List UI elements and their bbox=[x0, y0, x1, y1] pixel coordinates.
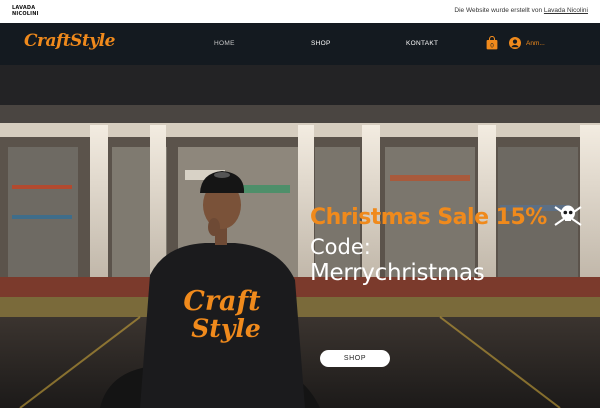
login-button[interactable]: Anm... bbox=[509, 37, 545, 49]
skull-crossed-tools-icon bbox=[554, 205, 582, 226]
sale-headline: Christmas Sale 15% bbox=[310, 205, 547, 230]
nav-contact[interactable]: KONTAKT bbox=[406, 40, 438, 47]
shopping-bag-icon: 0 bbox=[486, 35, 498, 50]
nav-shop[interactable]: SHOP bbox=[311, 40, 331, 47]
site-owner-brand: LAVADA NICOLINI bbox=[12, 5, 39, 17]
login-label: Anm... bbox=[526, 39, 545, 47]
site-logo[interactable]: CraftStyle bbox=[24, 31, 115, 51]
cart-button[interactable]: 0 bbox=[486, 35, 498, 50]
top-info-bar: LAVADA NICOLINI Die Website wurde erstel… bbox=[0, 0, 600, 23]
hoodie-print-line-1: Craft bbox=[183, 286, 261, 317]
brand-line-2: NICOLINI bbox=[12, 10, 39, 17]
credit-text: Die Website wurde erstellt von Lavada Ni… bbox=[454, 7, 588, 14]
user-avatar-icon bbox=[509, 37, 521, 49]
hoodie-print-line-2: Style bbox=[191, 314, 261, 343]
site-header: CraftStyle HOME SHOP KONTAKT 0 Anm... bbox=[0, 23, 600, 65]
credit-link[interactable]: Lavada Nicolini bbox=[544, 7, 588, 14]
promo-code-value: Merrychristmas bbox=[310, 260, 485, 286]
shop-now-button[interactable]: SHOP bbox=[320, 350, 390, 367]
hero-banner: Craft Style Christmas Sale 15% Code: Mer… bbox=[0, 65, 600, 408]
hero-background-image: Craft Style bbox=[0, 65, 600, 408]
promo-code-label: Code: bbox=[310, 235, 371, 259]
credit-prefix: Die Website wurde erstellt von bbox=[454, 7, 544, 14]
nav-home[interactable]: HOME bbox=[214, 40, 235, 47]
